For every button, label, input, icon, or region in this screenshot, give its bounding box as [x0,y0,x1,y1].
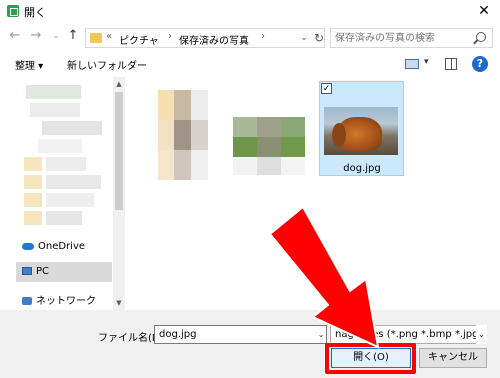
cloud-icon [22,242,34,250]
blurred-file-thumbnail[interactable] [233,117,305,175]
search-box[interactable] [330,28,493,48]
blurred-item [46,211,82,225]
blurred-item [24,157,42,171]
address-dropdown-icon[interactable]: ⌄ [297,31,311,45]
filename-value: dog.jpg [159,329,197,340]
blurred-item [46,157,86,171]
scroll-down-icon[interactable]: ▼ [113,297,125,309]
blurred-item [42,121,102,135]
scroll-up-icon[interactable]: ▲ [113,78,125,90]
app-icon [7,5,19,17]
breadcrumb-separator[interactable]: › [168,31,172,42]
address-bar[interactable]: « ピクチャ › 保存済みの写真 › ⌄ ↻ [85,28,325,48]
close-button[interactable]: ✕ [468,0,500,22]
computer-icon [22,267,32,275]
blurred-item [24,175,42,189]
breadcrumb-separator[interactable]: › [261,31,265,42]
view-dropdown-icon[interactable]: ▾ [424,57,429,67]
scrollbar-thumb[interactable] [115,92,123,210]
forward-button[interactable]: → [26,26,46,46]
cancel-button[interactable]: キャンセル [419,348,487,368]
dog-ear-shape [332,123,346,147]
help-icon[interactable]: ? [472,56,488,72]
folder-icon [90,33,102,43]
blurred-item [30,103,80,117]
view-options-icon[interactable] [405,59,419,69]
breadcrumb-pictures[interactable]: ピクチャ [119,32,159,47]
breadcrumb-overflow[interactable]: « [106,31,112,42]
back-button[interactable]: ← [5,26,25,46]
sidebar-item-network[interactable]: ネットワーク [22,292,96,307]
blurred-item [24,211,42,225]
up-folder-button[interactable]: ↑ [63,26,83,46]
sidebar-item-label: ネットワーク [36,296,96,307]
sidebar-item-label: PC [36,266,50,277]
preview-pane-icon[interactable] [445,58,457,70]
blurred-item [46,175,101,189]
network-icon [22,297,32,305]
blurred-item [24,193,42,207]
file-name-label: dog.jpg [343,163,381,174]
organize-menu[interactable]: 整理 ▾ [15,57,43,72]
search-input[interactable] [335,31,471,45]
filetype-dropdown-icon[interactable]: ⌄ [476,325,487,344]
blurred-item [26,85,81,99]
search-icon [476,32,486,42]
new-folder-button[interactable]: 新しいフォルダー [67,57,147,72]
breadcrumb-saved-pictures[interactable]: 保存済みの写真 [179,32,249,47]
blurred-file-thumbnail[interactable] [158,90,208,180]
sidebar-item-label: OneDrive [38,241,86,252]
title-bar [0,0,500,22]
sidebar-item-onedrive[interactable]: OneDrive [22,241,85,252]
window-title: 開く [24,6,46,19]
dog-image-thumbnail [324,107,398,155]
blurred-item [46,193,94,207]
blurred-item [38,139,82,153]
checkmark-icon[interactable]: ✓ [321,83,332,94]
sidebar-item-pc[interactable]: PC [22,266,49,277]
refresh-icon[interactable]: ↻ [312,30,326,46]
pointer-arrow-icon [270,207,380,349]
